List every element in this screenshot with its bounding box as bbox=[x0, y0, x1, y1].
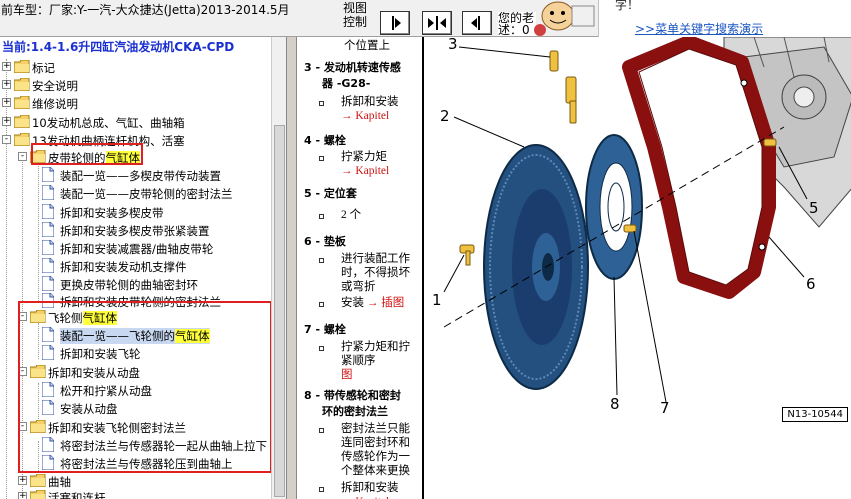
callout-6: 6 bbox=[806, 275, 816, 293]
tree-label: 装配一览——多楔皮带传动装置 bbox=[60, 169, 221, 183]
tree-label: 标记 bbox=[32, 61, 55, 75]
tree-folder[interactable]: + 活塞和连杆 bbox=[0, 487, 270, 499]
tree-label: 维修说明 bbox=[32, 97, 78, 111]
tree-item[interactable]: 装配一览——多楔皮带传动装置 bbox=[0, 165, 270, 185]
top-toolbar: 前车型：厂家:Y-一汽-大众捷达(Jetta)2013-2014.5月 视图控制… bbox=[0, 0, 851, 37]
expand-toggle-icon[interactable]: + bbox=[2, 62, 11, 71]
bullet-icon bbox=[319, 346, 324, 351]
bullet-icon bbox=[319, 302, 324, 307]
bullet-icon bbox=[319, 156, 324, 161]
mascot-icon bbox=[534, 1, 595, 36]
dowel-5 bbox=[763, 138, 777, 147]
callout-7: 7 bbox=[660, 399, 670, 417]
expand-toggle-icon[interactable]: - bbox=[18, 152, 27, 161]
figure-code: N13-10544 bbox=[782, 407, 848, 422]
tree-label: 10发动机总成、气缸、曲轴箱 bbox=[32, 116, 185, 130]
tree-header: 当前:1.4-1.6升四缸汽油发动机CKA-CPD bbox=[2, 40, 235, 54]
callout-1: 1 bbox=[432, 291, 442, 309]
bullet-icon bbox=[319, 487, 324, 492]
legend-item-title: 4 - 螺栓 bbox=[304, 134, 346, 147]
search-tip: 字！ bbox=[615, 0, 640, 12]
panel-splitter[interactable] bbox=[287, 37, 297, 499]
nav-next-icon[interactable] bbox=[380, 11, 410, 35]
tree-folder[interactable]: +10发动机总成、气缸、曲轴箱 bbox=[0, 112, 270, 132]
legend-bullet-text: 2 个 bbox=[341, 209, 362, 221]
search-help-panel: 字！ >>菜单关键字搜索演示 bbox=[598, 0, 851, 37]
expand-toggle-icon[interactable]: + bbox=[18, 492, 27, 499]
legend-bullet-text: 拧紧力矩和拧 紧顺序图 bbox=[341, 341, 410, 382]
legend-item-title: 6 - 垫板 bbox=[304, 235, 346, 248]
tree-folder[interactable]: + 标记 bbox=[0, 57, 270, 77]
exploded-diagram: 3 2 1 5 6 7 8 N13-10544 bbox=[422, 37, 851, 499]
tree-scrollbar[interactable] bbox=[271, 37, 286, 499]
search-demo-link[interactable]: >>菜单关键字搜索演示 bbox=[635, 20, 763, 37]
legend-item-title: 8 - 带传感轮和密封 环的密封法兰 bbox=[304, 389, 401, 418]
navigation-tree: 当前:1.4-1.6升四缸汽油发动机CKA-CPD + 标记 + 安全说明 + 维修说明 +… bbox=[0, 37, 287, 499]
legend-column: 个位置上 3 - 发动机转速传感器 -G28- 拆卸和安装 → Kapitel 4 - … bbox=[297, 37, 422, 499]
kapitel-link[interactable]: → Kapitel bbox=[341, 495, 399, 499]
tree-label: 拆卸和安装减震器/曲轴皮带轮 bbox=[60, 242, 214, 256]
bolt-7 bbox=[623, 224, 637, 233]
flywheel bbox=[483, 144, 589, 390]
tree-item[interactable]: 拆卸和安装多楔皮带 bbox=[0, 202, 270, 222]
legend-continued-text: 个位置上 bbox=[344, 40, 390, 52]
bullet-icon bbox=[319, 101, 324, 106]
figure-link-cont[interactable]: 图 bbox=[341, 368, 410, 382]
bolt-1 bbox=[459, 244, 475, 266]
tree-folder[interactable]: + 安全说明 bbox=[0, 75, 270, 95]
bullet-icon bbox=[319, 258, 324, 263]
tree-item[interactable]: 拆卸和安装发动机支撑件 bbox=[0, 256, 270, 276]
kapitel-link[interactable]: → Kapitel bbox=[341, 109, 399, 123]
callout-2: 2 bbox=[440, 107, 450, 125]
tree-item[interactable]: 拆卸和安装减震器/曲轴皮带轮 bbox=[0, 238, 270, 258]
legend-bullet-text: 拧紧力矩 → Kapitel bbox=[341, 151, 390, 178]
callout-8: 8 bbox=[610, 395, 620, 413]
tree-label: 拆卸和安装多楔皮带张紧装置 bbox=[60, 224, 210, 238]
legend-item-title: 5 - 定位套 bbox=[304, 187, 357, 200]
expand-toggle-icon[interactable]: + bbox=[2, 98, 11, 107]
legend-bullet-text: 拆卸和安装→ Kapitel bbox=[341, 96, 399, 123]
sealing-flange bbox=[585, 134, 643, 280]
view-control-label: 视图控制 bbox=[343, 1, 368, 29]
annotation-box-cylinder-block bbox=[31, 143, 143, 165]
vehicle-title: 前车型：厂家:Y-一汽-大众捷达(Jetta)2013-2014.5月 bbox=[1, 3, 290, 17]
legend-item-title: 7 - 螺栓 bbox=[304, 323, 346, 336]
tree-label: 拆卸和安装发动机支撑件 bbox=[60, 260, 187, 274]
bullet-icon bbox=[319, 428, 324, 433]
flywheel-exploded-view: 3 2 1 5 6 7 8 bbox=[432, 37, 851, 417]
nav-prev-icon[interactable] bbox=[462, 11, 492, 35]
legend-bullet-text: 密封法兰只能 连同密封环和 传感轮作为一 个整体来更换 bbox=[341, 423, 410, 477]
expand-toggle-icon[interactable]: + bbox=[2, 117, 11, 126]
tree-label: 安全说明 bbox=[32, 79, 78, 93]
legend-item-title: 3 - 发动机转速传感器 -G28- bbox=[304, 61, 401, 90]
figure-link[interactable]: → 插图 bbox=[367, 297, 404, 309]
annotation-box-flywheel-section bbox=[18, 301, 272, 473]
expand-toggle-icon[interactable]: - bbox=[2, 135, 11, 144]
legend-bullet-text: 进行装配工作 时，不得损坏 或弯折 bbox=[341, 253, 410, 293]
sensor-g28 bbox=[565, 76, 577, 124]
callout-5: 5 bbox=[809, 199, 819, 217]
nav-collapse-icon[interactable] bbox=[422, 11, 452, 35]
legend-bullet-text: 拆卸和安装→ Kapitel bbox=[341, 481, 399, 499]
legend-bullet-text: 安装 → 插图 bbox=[341, 297, 405, 309]
bolt-4 bbox=[549, 50, 559, 72]
kapitel-link[interactable]: → Kapitel bbox=[341, 164, 389, 178]
tree-item[interactable]: 装配一览——皮带轮侧的密封法兰 bbox=[0, 183, 270, 203]
tree-folder[interactable]: + 维修说明 bbox=[0, 93, 270, 113]
tree-label: 拆卸和安装多楔皮带 bbox=[60, 206, 164, 220]
expand-toggle-icon[interactable]: + bbox=[2, 80, 11, 89]
callout-3: 3 bbox=[448, 37, 458, 53]
tree-label: 活塞和连杆 bbox=[48, 491, 106, 499]
expand-toggle-icon[interactable]: + bbox=[18, 476, 27, 485]
tree-label: 装配一览——皮带轮侧的密封法兰 bbox=[60, 187, 233, 201]
tree-item[interactable]: 拆卸和安装多楔皮带张紧装置 bbox=[0, 220, 270, 240]
bullet-icon bbox=[319, 214, 324, 219]
